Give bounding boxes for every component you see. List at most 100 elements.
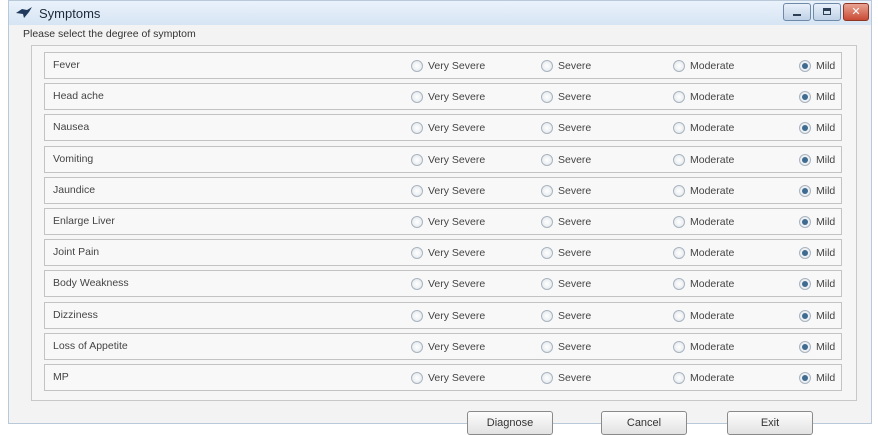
radio-option-severe[interactable]: Severe bbox=[541, 339, 591, 355]
radio-button[interactable] bbox=[541, 372, 553, 384]
symptom-row: Head ache Very Severe Severe Moderate Mild bbox=[44, 83, 842, 110]
radio-option-moderate[interactable]: Moderate bbox=[673, 370, 734, 386]
radio-option-very-severe[interactable]: Very Severe bbox=[411, 89, 485, 105]
radio-button[interactable] bbox=[411, 185, 423, 197]
radio-option-mild[interactable]: Mild bbox=[799, 120, 835, 136]
radio-option-mild[interactable]: Mild bbox=[799, 183, 835, 199]
radio-option-mild[interactable]: Mild bbox=[799, 276, 835, 292]
radio-button[interactable] bbox=[799, 341, 811, 353]
radio-option-severe[interactable]: Severe bbox=[541, 183, 591, 199]
radio-option-mild[interactable]: Mild bbox=[799, 370, 835, 386]
radio-option-moderate[interactable]: Moderate bbox=[673, 214, 734, 230]
radio-option-severe[interactable]: Severe bbox=[541, 120, 591, 136]
diagnose-button[interactable]: Diagnose bbox=[467, 411, 553, 435]
radio-button[interactable] bbox=[799, 247, 811, 259]
radio-option-severe[interactable]: Severe bbox=[541, 89, 591, 105]
radio-option-mild[interactable]: Mild bbox=[799, 245, 835, 261]
radio-button[interactable] bbox=[411, 122, 423, 134]
radio-option-moderate[interactable]: Moderate bbox=[673, 89, 734, 105]
radio-button[interactable] bbox=[411, 310, 423, 322]
radio-option-very-severe[interactable]: Very Severe bbox=[411, 308, 485, 324]
radio-option-severe[interactable]: Severe bbox=[541, 308, 591, 324]
radio-option-moderate[interactable]: Moderate bbox=[673, 152, 734, 168]
radio-button[interactable] bbox=[411, 341, 423, 353]
radio-button[interactable] bbox=[673, 122, 685, 134]
radio-button[interactable] bbox=[799, 278, 811, 290]
radio-button[interactable] bbox=[799, 185, 811, 197]
radio-option-mild[interactable]: Mild bbox=[799, 339, 835, 355]
radio-button[interactable] bbox=[541, 122, 553, 134]
radio-option-mild[interactable]: Mild bbox=[799, 89, 835, 105]
minimize-button[interactable] bbox=[783, 3, 811, 21]
radio-button[interactable] bbox=[799, 154, 811, 166]
close-button[interactable]: ✕ bbox=[843, 3, 869, 21]
radio-option-very-severe[interactable]: Very Severe bbox=[411, 339, 485, 355]
radio-button[interactable] bbox=[673, 247, 685, 259]
radio-button[interactable] bbox=[673, 278, 685, 290]
radio-option-mild[interactable]: Mild bbox=[799, 308, 835, 324]
radio-option-moderate[interactable]: Moderate bbox=[673, 183, 734, 199]
radio-button[interactable] bbox=[411, 278, 423, 290]
radio-button[interactable] bbox=[799, 310, 811, 322]
radio-button[interactable] bbox=[541, 216, 553, 228]
radio-option-moderate[interactable]: Moderate bbox=[673, 58, 734, 74]
radio-option-mild[interactable]: Mild bbox=[799, 152, 835, 168]
radio-button[interactable] bbox=[799, 91, 811, 103]
radio-option-severe[interactable]: Severe bbox=[541, 152, 591, 168]
radio-option-severe[interactable]: Severe bbox=[541, 214, 591, 230]
radio-button[interactable] bbox=[673, 91, 685, 103]
radio-button[interactable] bbox=[673, 185, 685, 197]
radio-button[interactable] bbox=[541, 154, 553, 166]
radio-button[interactable] bbox=[799, 60, 811, 72]
radio-button[interactable] bbox=[673, 154, 685, 166]
radio-option-moderate[interactable]: Moderate bbox=[673, 308, 734, 324]
symptom-label: Jaundice bbox=[53, 184, 96, 196]
radio-option-mild[interactable]: Mild bbox=[799, 214, 835, 230]
radio-option-severe[interactable]: Severe bbox=[541, 58, 591, 74]
radio-button[interactable] bbox=[541, 247, 553, 259]
radio-button[interactable] bbox=[799, 216, 811, 228]
radio-button[interactable] bbox=[673, 341, 685, 353]
radio-button[interactable] bbox=[541, 185, 553, 197]
radio-option-very-severe[interactable]: Very Severe bbox=[411, 120, 485, 136]
radio-option-moderate[interactable]: Moderate bbox=[673, 120, 734, 136]
radio-button[interactable] bbox=[541, 341, 553, 353]
radio-option-very-severe[interactable]: Very Severe bbox=[411, 276, 485, 292]
radio-button[interactable] bbox=[411, 247, 423, 259]
cancel-button[interactable]: Cancel bbox=[601, 411, 687, 435]
radio-button[interactable] bbox=[673, 60, 685, 72]
radio-button[interactable] bbox=[541, 60, 553, 72]
radio-button[interactable] bbox=[411, 372, 423, 384]
radio-button[interactable] bbox=[799, 122, 811, 134]
radio-button[interactable] bbox=[673, 372, 685, 384]
radio-button[interactable] bbox=[541, 91, 553, 103]
radio-option-very-severe[interactable]: Very Severe bbox=[411, 245, 485, 261]
radio-option-very-severe[interactable]: Very Severe bbox=[411, 152, 485, 168]
maximize-button[interactable] bbox=[813, 3, 841, 21]
radio-option-very-severe[interactable]: Very Severe bbox=[411, 370, 485, 386]
radio-option-moderate[interactable]: Moderate bbox=[673, 245, 734, 261]
radio-label: Severe bbox=[558, 216, 592, 228]
radio-option-severe[interactable]: Severe bbox=[541, 245, 591, 261]
radio-button[interactable] bbox=[411, 216, 423, 228]
radio-button[interactable] bbox=[673, 310, 685, 322]
radio-option-moderate[interactable]: Moderate bbox=[673, 276, 734, 292]
radio-option-mild[interactable]: Mild bbox=[799, 58, 835, 74]
radio-option-very-severe[interactable]: Very Severe bbox=[411, 214, 485, 230]
radio-button[interactable] bbox=[799, 372, 811, 384]
radio-button[interactable] bbox=[541, 278, 553, 290]
radio-option-very-severe[interactable]: Very Severe bbox=[411, 58, 485, 74]
radio-button[interactable] bbox=[673, 216, 685, 228]
radio-label: Mild bbox=[816, 247, 836, 259]
radio-button[interactable] bbox=[411, 154, 423, 166]
title-bar[interactable]: Symptoms ✕ bbox=[9, 1, 871, 25]
radio-button[interactable] bbox=[411, 91, 423, 103]
exit-button[interactable]: Exit bbox=[727, 411, 813, 435]
radio-option-moderate[interactable]: Moderate bbox=[673, 339, 734, 355]
radio-button[interactable] bbox=[411, 60, 423, 72]
radio-option-very-severe[interactable]: Very Severe bbox=[411, 183, 485, 199]
radio-button[interactable] bbox=[541, 310, 553, 322]
radio-option-severe[interactable]: Severe bbox=[541, 276, 591, 292]
radio-label: Moderate bbox=[690, 185, 735, 197]
radio-option-severe[interactable]: Severe bbox=[541, 370, 591, 386]
